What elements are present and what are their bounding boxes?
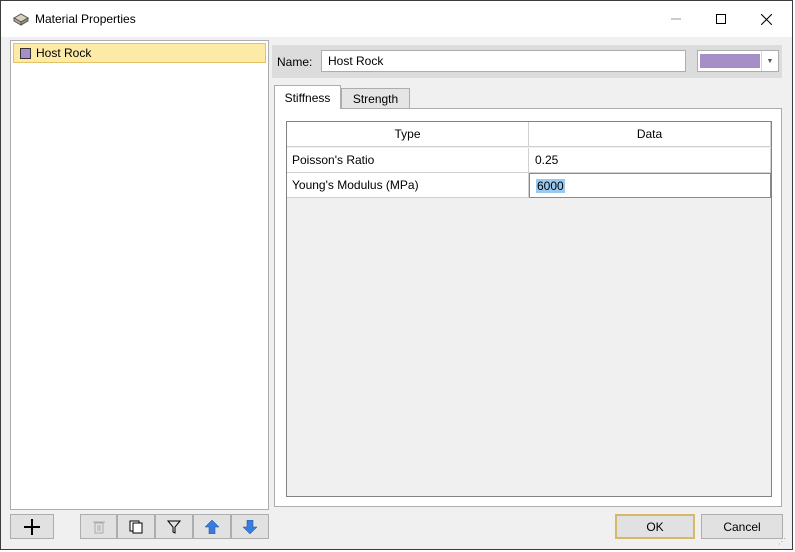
material-properties-dialog: Material Properties Host Rock Name: Host…: [0, 0, 793, 550]
tab-strength-label: Strength: [352, 91, 399, 106]
column-header-type[interactable]: Type: [287, 122, 529, 147]
add-material-button[interactable]: [10, 514, 54, 539]
name-input[interactable]: Host Rock: [321, 50, 686, 72]
tab-stiffness[interactable]: Stiffness: [274, 85, 341, 109]
delete-material-button[interactable]: [80, 514, 117, 539]
properties-grid: Type Data Poisson's Ratio 0.25 Young's M…: [286, 121, 772, 497]
material-list-item[interactable]: Host Rock: [13, 43, 266, 63]
copy-icon: [129, 520, 143, 533]
color-dropdown[interactable]: ▼: [697, 50, 779, 72]
filter-icon: [167, 520, 181, 534]
filter-button[interactable]: [155, 514, 193, 539]
copy-material-button[interactable]: [117, 514, 155, 539]
maximize-button[interactable]: [698, 1, 744, 37]
arrow-up-icon: [205, 519, 219, 534]
resize-grip-icon[interactable]: ⋰: [778, 537, 786, 546]
material-list[interactable]: Host Rock: [10, 40, 269, 510]
color-swatch: [700, 54, 760, 68]
name-label: Name:: [277, 55, 313, 69]
name-row: Name: Host Rock ▼: [272, 45, 782, 78]
dropdown-arrow-icon[interactable]: ▼: [761, 51, 778, 71]
data-cell-editing[interactable]: 6000: [529, 173, 771, 198]
minimize-button[interactable]: [653, 1, 699, 37]
tab-strength[interactable]: Strength: [341, 88, 410, 109]
close-button[interactable]: [743, 1, 789, 37]
delete-icon: [92, 521, 105, 533]
data-cell[interactable]: 0.25: [529, 148, 771, 173]
ok-button[interactable]: OK: [615, 514, 695, 539]
cancel-button[interactable]: Cancel: [701, 514, 783, 539]
window-title: Material Properties: [35, 12, 136, 26]
properties-panel: Name: Host Rock ▼ Stiffness Strength Typ…: [272, 45, 782, 507]
tab-stiffness-label: Stiffness: [284, 90, 331, 105]
arrow-down-icon: [243, 519, 257, 534]
material-app-icon: [12, 12, 30, 26]
add-icon: [24, 518, 40, 535]
stiffness-tab-content: Type Data Poisson's Ratio 0.25 Young's M…: [274, 108, 782, 507]
move-down-button[interactable]: [231, 514, 269, 539]
table-row[interactable]: Young's Modulus (MPa) 6000: [287, 173, 771, 198]
table-row[interactable]: Poisson's Ratio 0.25: [287, 148, 771, 173]
minimize-icon: [671, 18, 681, 20]
material-color-swatch: [20, 47, 31, 59]
maximize-icon: [716, 14, 726, 24]
selected-value[interactable]: 6000: [536, 178, 565, 193]
close-icon: [760, 13, 772, 25]
move-up-button[interactable]: [193, 514, 231, 539]
type-cell: Poisson's Ratio: [287, 148, 529, 173]
title-bar: Material Properties: [1, 1, 792, 37]
type-cell: Young's Modulus (MPa): [287, 173, 529, 198]
column-header-data[interactable]: Data: [529, 122, 771, 147]
grid-header-row: Type Data: [287, 122, 771, 147]
material-list-item-label: Host Rock: [36, 46, 92, 60]
